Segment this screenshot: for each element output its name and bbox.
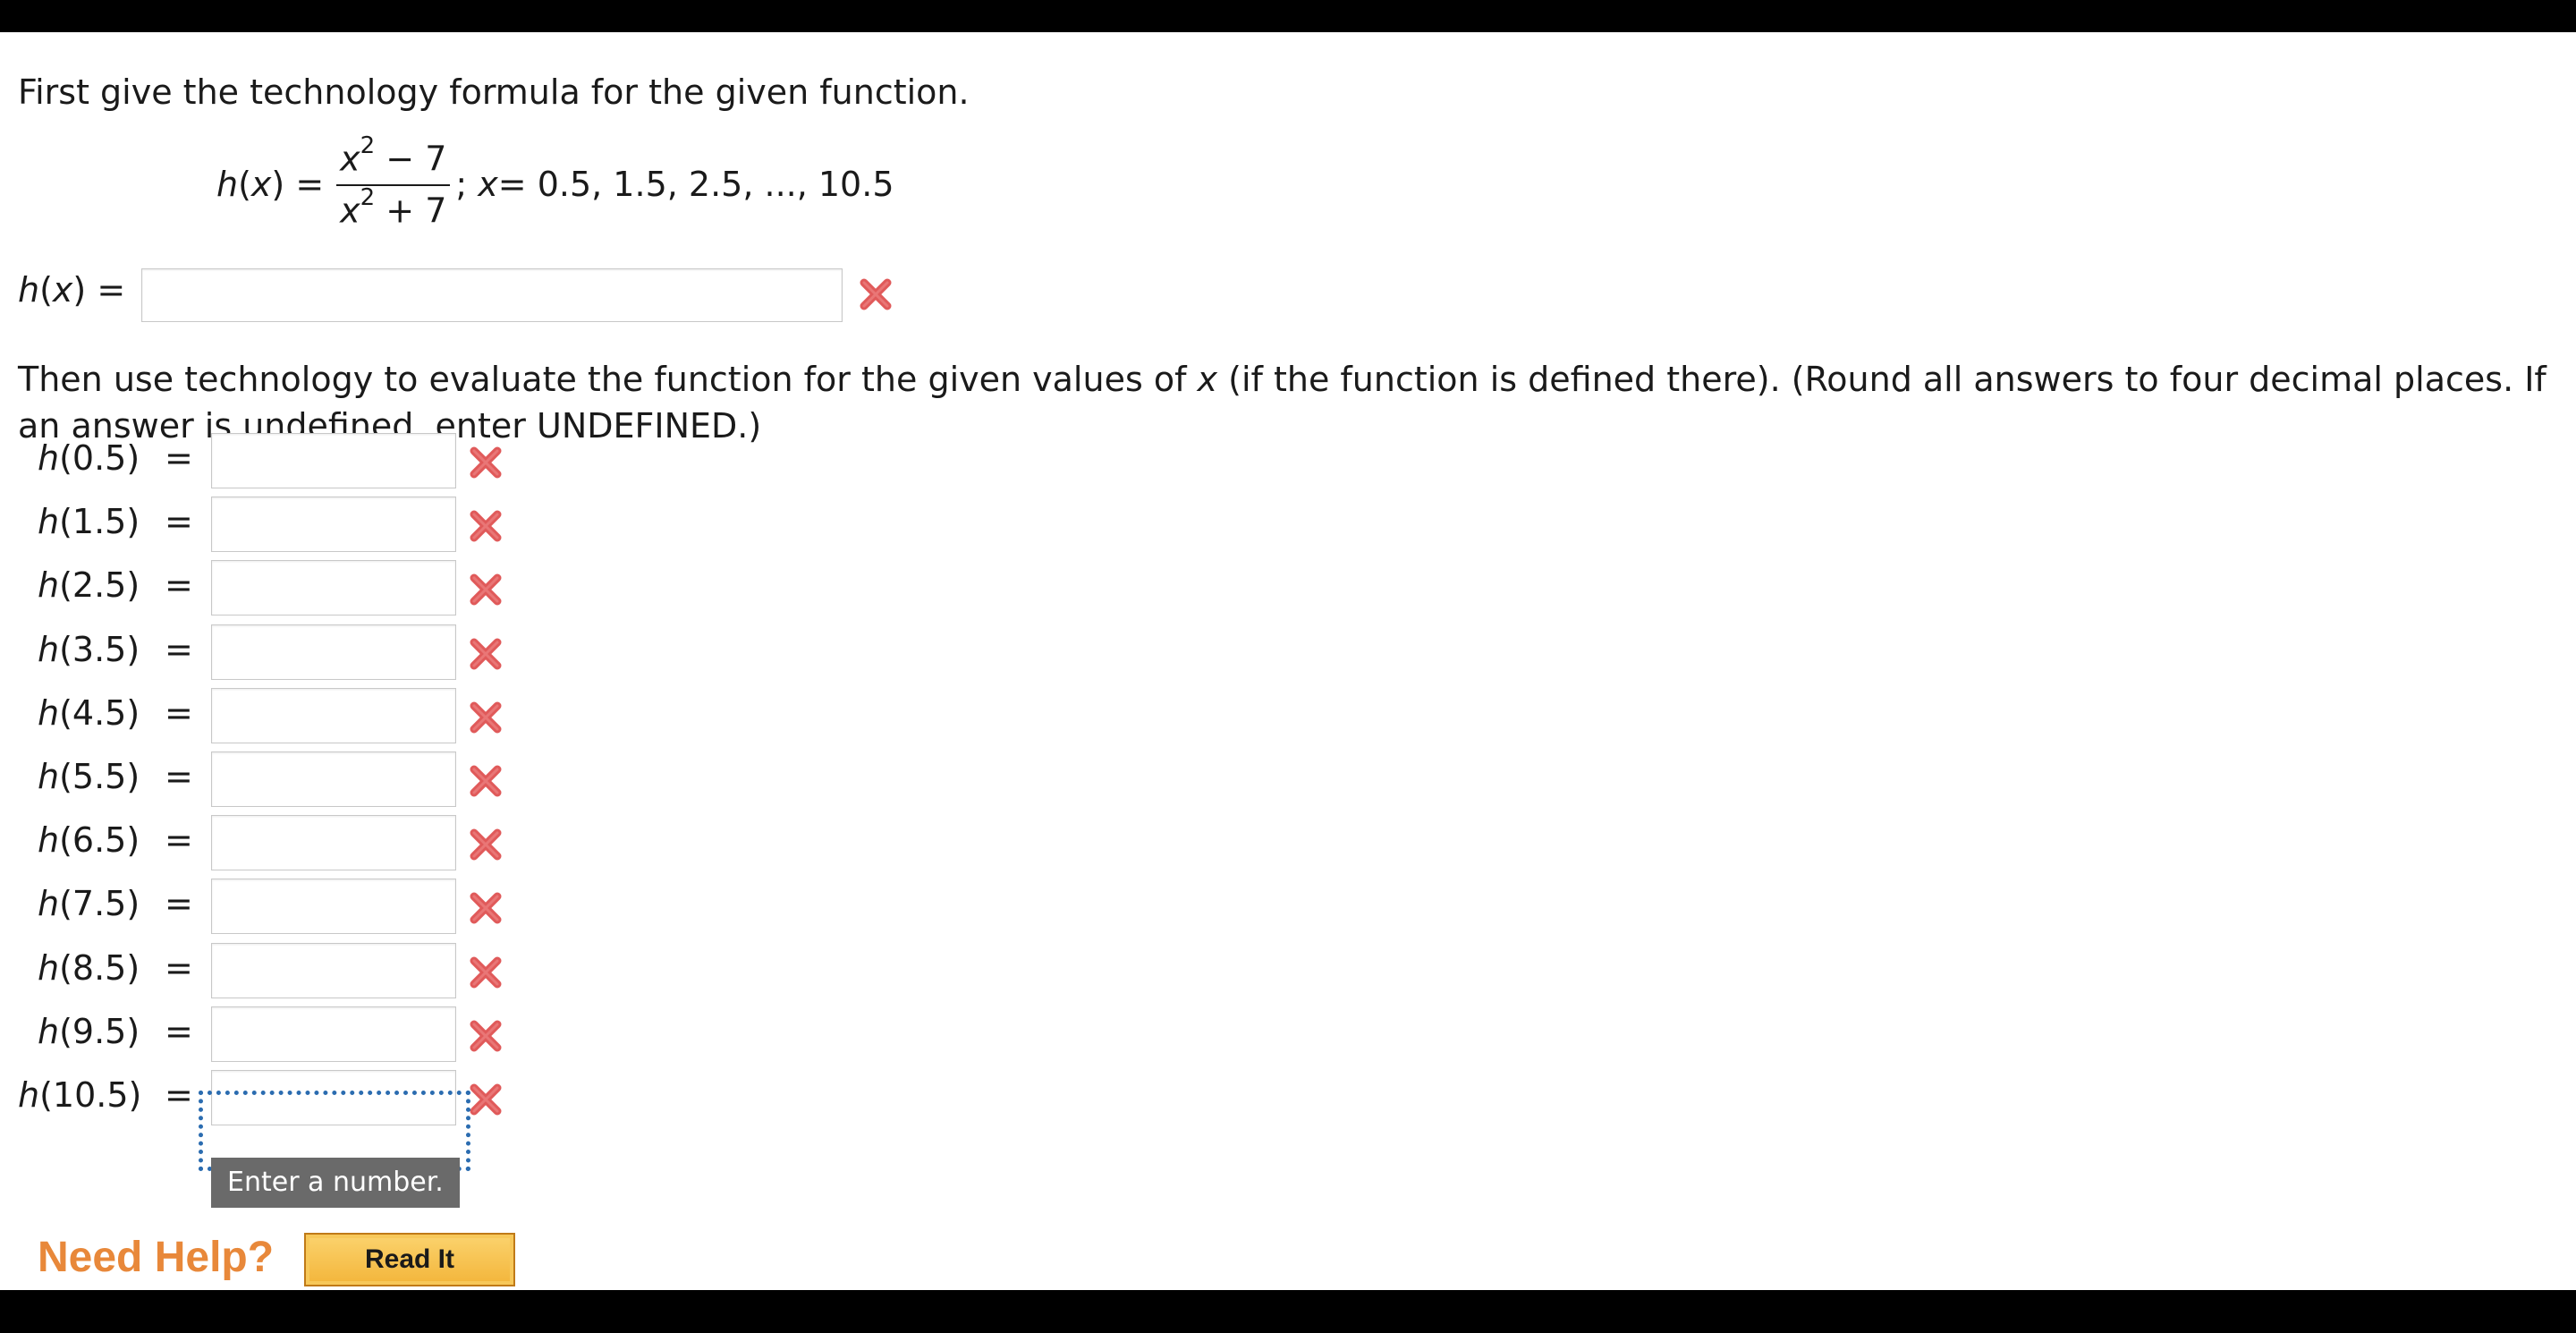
row-label: h(7.5)	[38, 884, 140, 923]
incorrect-x-icon	[470, 510, 502, 542]
answer-input[interactable]	[211, 815, 456, 870]
row-label: h(3.5)	[38, 630, 140, 669]
answer-input[interactable]	[211, 688, 456, 743]
question-panel: First give the technology formula for th…	[0, 32, 2576, 1290]
row-equals: =	[165, 693, 193, 733]
incorrect-x-icon	[470, 446, 502, 479]
formula-equals: =	[295, 165, 325, 204]
incorrect-x-icon	[470, 892, 502, 924]
row-equals: =	[165, 630, 193, 669]
row-equals: =	[165, 757, 193, 796]
incorrect-x-icon	[470, 828, 502, 861]
incorrect-x-icon	[860, 278, 892, 310]
answer-input[interactable]	[211, 1070, 456, 1125]
formula-var: x	[250, 165, 272, 204]
row-label: h(8.5)	[38, 948, 140, 988]
answer-input[interactable]	[211, 879, 456, 934]
row-equals: =	[165, 1012, 193, 1051]
answer-input[interactable]	[211, 560, 456, 616]
read-it-button[interactable]: Read It	[304, 1233, 515, 1286]
input-tooltip: Enter a number.	[211, 1158, 460, 1208]
row-equals: =	[165, 1075, 193, 1115]
incorrect-x-icon	[470, 638, 502, 670]
incorrect-x-icon	[470, 765, 502, 797]
row-label: h(6.5)	[38, 820, 140, 860]
row-label: h(2.5)	[38, 565, 140, 605]
incorrect-x-icon	[470, 701, 502, 734]
formula-fn-name: h	[216, 165, 239, 204]
domain-values: = 0.5, 1.5, 2.5, ..., 10.5	[497, 165, 894, 204]
row-equals: =	[165, 820, 193, 860]
answer-input[interactable]	[211, 433, 456, 488]
incorrect-x-icon	[470, 956, 502, 989]
row-equals: =	[165, 565, 193, 605]
incorrect-x-icon	[470, 1083, 502, 1116]
row-equals: =	[165, 884, 193, 923]
need-help-label: Need Help?	[38, 1234, 275, 1281]
row-label: h(10.5)	[18, 1075, 142, 1115]
row-label: h(4.5)	[38, 693, 140, 733]
answer-input[interactable]	[211, 751, 456, 807]
intro-text: First give the technology formula for th…	[18, 72, 970, 112]
formula-answer-label: h(x) =	[18, 270, 126, 310]
answer-input[interactable]	[211, 1006, 456, 1062]
domain-var: x	[478, 165, 498, 204]
row-label: h(0.5)	[38, 438, 140, 478]
function-formula: h(x) = x2 − 7 x2 + 7 ; x = 0.5, 1.5, 2.5…	[216, 132, 894, 231]
formula-answer-input[interactable]	[141, 268, 843, 322]
incorrect-x-icon	[470, 573, 502, 606]
answer-input[interactable]	[211, 497, 456, 552]
incorrect-x-icon	[470, 1020, 502, 1052]
row-label: h(9.5)	[38, 1012, 140, 1051]
row-equals: =	[165, 438, 193, 478]
answer-input[interactable]	[211, 624, 456, 680]
row-equals: =	[165, 948, 193, 988]
fraction: x2 − 7 x2 + 7	[336, 132, 451, 231]
row-label: h(5.5)	[38, 757, 140, 796]
answer-input[interactable]	[211, 943, 456, 998]
row-equals: =	[165, 502, 193, 541]
fraction-denominator: x2 + 7	[340, 184, 447, 231]
fraction-numerator: x2 − 7	[336, 132, 451, 186]
row-label: h(1.5)	[38, 502, 140, 541]
